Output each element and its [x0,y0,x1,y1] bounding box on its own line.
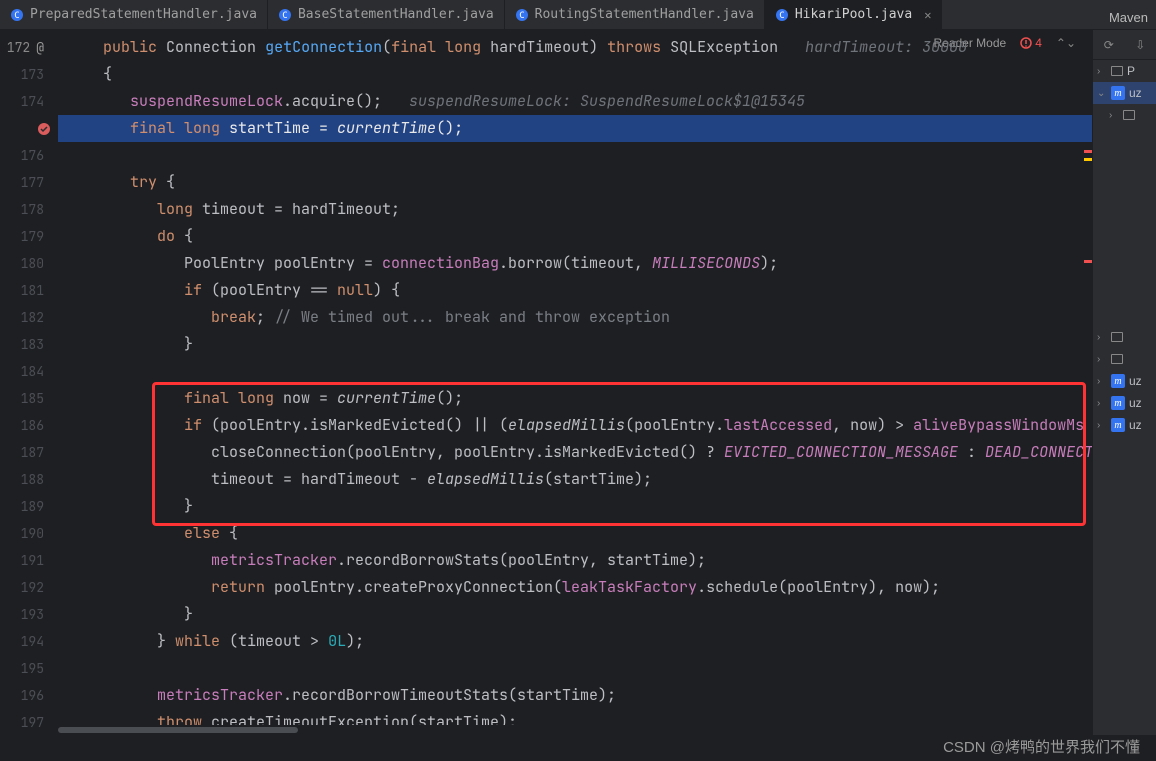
code-line [58,358,1092,385]
java-class-icon: C [278,8,292,22]
code-line: return poolEntry.createProxyConnection(l… [58,574,1092,601]
refresh-icon[interactable]: ⟳ [1104,38,1114,52]
tab-label: PreparedStatementHandler.java [30,7,257,22]
watermark: CSDN @烤鸭的世界我们不懂 [943,736,1140,757]
code-line: } [58,493,1092,520]
chevron-right-icon: › [1097,332,1107,343]
editor[interactable]: public Connection getConnection(final lo… [58,30,1092,735]
download-icon[interactable]: ⇩ [1135,38,1145,52]
context-icon[interactable]: @ [36,34,44,61]
horizontal-scrollbar[interactable] [58,725,1092,735]
code-line: if (poolEntry == null) { [58,277,1092,304]
code-line: } while (timeout > 0L); [58,628,1092,655]
tab-routing[interactable]: C RoutingStatementHandler.java [505,0,765,29]
code-line: long timeout = hardTimeout; [58,196,1092,223]
chevron-right-icon: › [1109,110,1119,121]
folder-icon [1111,332,1123,342]
java-class-icon: C [775,8,789,22]
code-line: if (poolEntry.isMarkedEvicted() || (elap… [58,412,1092,439]
folder-icon [1123,110,1135,120]
tree-item[interactable]: › [1093,104,1156,126]
code-line: break; // We timed out... break and thro… [58,304,1092,331]
java-class-icon: C [515,8,529,22]
code-line: final long now = currentTime(); [58,385,1092,412]
code-line: suspendResumeLock.acquire(); suspendResu… [58,88,1092,115]
code-line: closeConnection(poolEntry, poolEntry.isM… [58,439,1092,466]
svg-text:C: C [14,11,19,21]
gutter: 172@ 173 174 176 177 178 179 180 181 182… [0,30,58,735]
code-line: timeout = hardTimeout - elapsedMillis(st… [58,466,1092,493]
code-line: } [58,331,1092,358]
tab-label: HikariPool.java [795,7,912,22]
tree-item[interactable]: ›P [1093,60,1156,82]
code-line: try { [58,169,1092,196]
scrollbar-thumb[interactable] [58,727,298,733]
tree-item[interactable]: ›muz [1093,414,1156,436]
folder-icon [1111,354,1123,364]
tree-item[interactable]: › [1093,326,1156,348]
module-icon: m [1111,396,1125,410]
code-line: metricsTracker.recordBorrowTimeoutStats(… [58,682,1092,709]
tab-label: RoutingStatementHandler.java [535,7,754,22]
chevron-down-icon: ⌄ [1097,88,1107,99]
editor-tabs: C PreparedStatementHandler.java C BaseSt… [0,0,1156,30]
tree-item[interactable]: ›muz [1093,392,1156,414]
chevron-right-icon: › [1097,398,1107,409]
tab-label: BaseStatementHandler.java [298,7,494,22]
folder-icon [1111,66,1123,76]
tab-prepared[interactable]: C PreparedStatementHandler.java [0,0,268,29]
code-line: do { [58,223,1092,250]
maven-toolbar: ⟳ ⇩ [1093,30,1156,60]
svg-text:C: C [519,11,524,21]
tree-item[interactable]: ›muz [1093,370,1156,392]
code-line-current: final long startTime = currentTime(); [58,115,1092,142]
chevron-right-icon: › [1097,420,1107,431]
tree-item[interactable]: ⌄muz [1093,82,1156,104]
chevron-right-icon: › [1097,354,1107,365]
tab-hikari[interactable]: C HikariPool.java ✕ [765,0,943,29]
error-stripe[interactable] [1082,30,1092,730]
tree-item[interactable]: › [1093,348,1156,370]
chevron-right-icon: › [1097,66,1107,77]
module-icon: m [1111,86,1125,100]
svg-text:C: C [282,11,287,21]
code-line: else { [58,520,1092,547]
code-line [58,142,1092,169]
close-icon[interactable]: ✕ [924,8,931,22]
code-line: metricsTracker.recordBorrowStats(poolEnt… [58,547,1092,574]
code-line: PoolEntry poolEntry = connectionBag.borr… [58,250,1092,277]
chevron-right-icon: › [1097,376,1107,387]
java-class-icon: C [10,8,24,22]
maven-tool-label[interactable]: Maven [1101,6,1156,29]
module-icon: m [1111,374,1125,388]
maven-panel: ⟳ ⇩ ›P ⌄muz › › › ›muz ›muz ›muz [1092,30,1156,735]
code-line: public Connection getConnection(final lo… [58,34,1092,61]
code-line: } [58,601,1092,628]
tab-base[interactable]: C BaseStatementHandler.java [268,0,505,29]
code-line [58,655,1092,682]
code-line: { [58,61,1092,88]
svg-text:C: C [779,11,784,21]
breakpoint-hit-icon[interactable] [0,115,58,142]
module-icon: m [1111,418,1125,432]
